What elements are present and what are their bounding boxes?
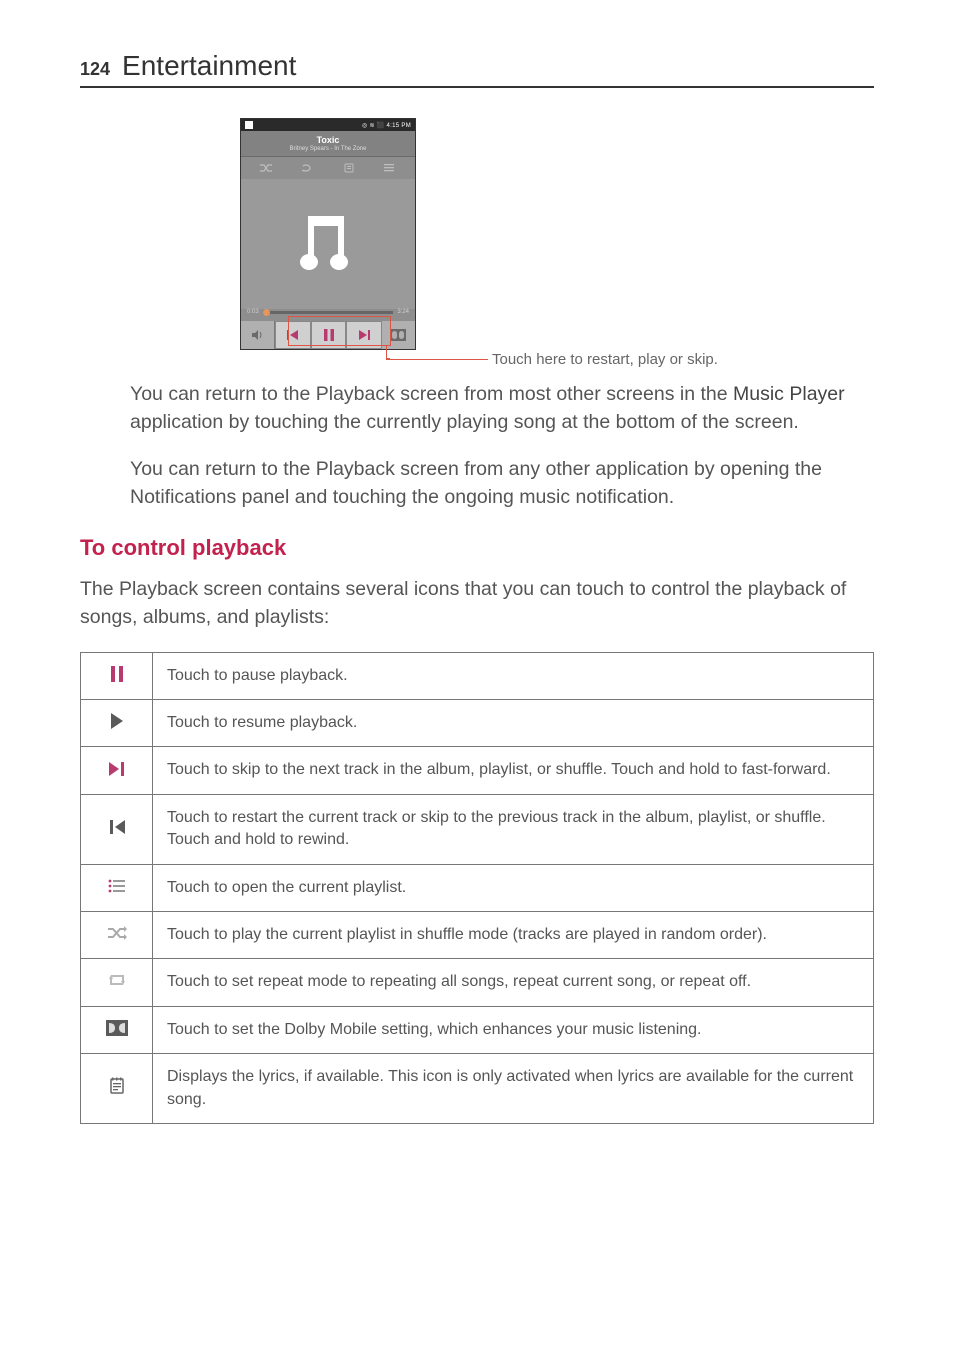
progress-bar[interactable] bbox=[263, 311, 394, 314]
song-header: Toxic Britney Spears - In The Zone bbox=[241, 131, 415, 157]
callout-text: Touch here to restart, play or skip. bbox=[492, 351, 718, 368]
album-art bbox=[241, 179, 415, 309]
repeat-icon[interactable] bbox=[301, 163, 313, 173]
next-desc: Touch to skip to the next track in the a… bbox=[153, 747, 874, 794]
prev-icon-cell bbox=[81, 794, 153, 864]
dolby-desc: Touch to set the Dolby Mobile setting, w… bbox=[153, 1006, 874, 1053]
subheading: To control playback bbox=[80, 535, 874, 561]
status-icons: ◎ ≋ ⬛ bbox=[362, 123, 387, 129]
pause-icon bbox=[104, 663, 130, 685]
lyrics-desc: Displays the lyrics, if available. This … bbox=[153, 1054, 874, 1124]
volume-button[interactable] bbox=[241, 321, 275, 349]
repeat-desc: Touch to set repeat mode to repeating al… bbox=[153, 959, 874, 1006]
playlist-open-icon bbox=[104, 875, 130, 897]
shuffle-icon-cell bbox=[81, 911, 153, 958]
page-number: 124 bbox=[80, 59, 110, 80]
table-row: Displays the lyrics, if available. This … bbox=[81, 1054, 874, 1124]
shuffle-mode-icon bbox=[104, 922, 130, 944]
mode-row bbox=[241, 157, 415, 179]
table-row: Touch to set the Dolby Mobile setting, w… bbox=[81, 1006, 874, 1053]
paragraph-text: You can return to the Playback screen fr… bbox=[130, 383, 733, 405]
next-icon bbox=[104, 758, 130, 780]
table-row: Touch to play the current playlist in sh… bbox=[81, 911, 874, 958]
playlist-icon[interactable] bbox=[384, 163, 396, 173]
play-icon-cell bbox=[81, 699, 153, 746]
duration-time: 3:24 bbox=[397, 309, 409, 315]
song-title: Toxic bbox=[241, 135, 415, 145]
table-row: Touch to restart the current track or sk… bbox=[81, 794, 874, 864]
next-icon-cell bbox=[81, 747, 153, 794]
table-row: Touch to resume playback. bbox=[81, 699, 874, 746]
pause-desc: Touch to pause playback. bbox=[153, 652, 874, 699]
music-player-label: Music Player bbox=[733, 383, 845, 405]
music-note-icon bbox=[296, 212, 360, 276]
status-right: ◎ ≋ ⬛ 4:15 PM bbox=[362, 122, 411, 129]
table-row: Touch to pause playback. bbox=[81, 652, 874, 699]
repeat-mode-icon bbox=[104, 969, 130, 991]
section-title: Entertainment bbox=[122, 50, 296, 82]
play-desc: Touch to resume playback. bbox=[153, 699, 874, 746]
table-row: Touch to open the current playlist. bbox=[81, 864, 874, 911]
dolby-icon-cell bbox=[81, 1006, 153, 1053]
controls-table: Touch to pause playback. Touch to resume… bbox=[80, 652, 874, 1124]
shuffle-desc: Touch to play the current playlist in sh… bbox=[153, 911, 874, 958]
paragraph-1: You can return to the Playback screen fr… bbox=[130, 380, 874, 437]
paragraph-2: You can return to the Playback screen fr… bbox=[130, 455, 874, 512]
prev-icon bbox=[104, 816, 130, 838]
status-bar: ◎ ≋ ⬛ 4:15 PM bbox=[241, 119, 415, 131]
dolby-icon bbox=[104, 1017, 130, 1039]
lyrics-display-icon bbox=[104, 1075, 130, 1097]
callout-highlight-box bbox=[288, 316, 391, 346]
repeat-icon-cell bbox=[81, 959, 153, 1006]
pause-icon-cell bbox=[81, 652, 153, 699]
prev-desc: Touch to restart the current track or sk… bbox=[153, 794, 874, 864]
intro-text: The Playback screen contains several ico… bbox=[80, 575, 874, 632]
lyrics-icon[interactable] bbox=[343, 163, 355, 173]
elapsed-time: 0:03 bbox=[247, 309, 259, 315]
page-header: 124 Entertainment bbox=[80, 50, 874, 88]
paragraph-text: application by touching the currently pl… bbox=[130, 411, 799, 433]
play-icon bbox=[104, 710, 130, 732]
shuffle-icon[interactable] bbox=[260, 163, 272, 173]
playlist-desc: Touch to open the current playlist. bbox=[153, 864, 874, 911]
table-row: Touch to skip to the next track in the a… bbox=[81, 747, 874, 794]
table-row: Touch to set repeat mode to repeating al… bbox=[81, 959, 874, 1006]
lyrics-icon-cell bbox=[81, 1054, 153, 1124]
status-app-icon bbox=[245, 121, 253, 129]
playlist-icon-cell bbox=[81, 864, 153, 911]
status-time: 4:15 PM bbox=[387, 123, 411, 129]
song-subtitle: Britney Spears - In The Zone bbox=[241, 146, 415, 152]
